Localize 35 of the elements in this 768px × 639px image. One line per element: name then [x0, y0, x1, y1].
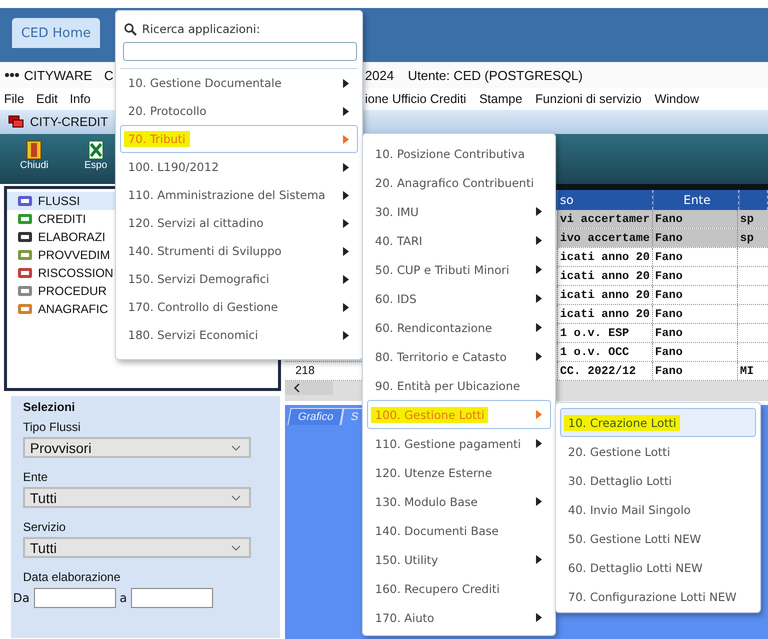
field-label: a [120, 591, 127, 605]
table-cell: sp [740, 232, 754, 244]
table-cell: sp [740, 212, 754, 226]
table-cell: icati anno 20 [560, 308, 650, 320]
table-cell: Fano [655, 232, 683, 244]
field-label: Ente [23, 470, 49, 484]
table-cell: Fano [655, 308, 683, 320]
row-number: 218 [295, 365, 315, 377]
table-cell: 1 o.v. OCC [560, 346, 630, 358]
field-label: Tipo Flussi [23, 420, 82, 434]
table-cell: icati anno 20 [560, 250, 650, 264]
table-cell: Fano [655, 326, 683, 340]
table-cell: ivo accertame [560, 232, 650, 244]
table-cell: Fano [655, 270, 683, 282]
table-cell: vi accertamer [560, 212, 650, 226]
table-cell: icati anno 20 [560, 270, 650, 282]
search-label: Ricerca applicazioni: [142, 22, 260, 36]
user-info: Utente: CED (POSTGRESQL) [408, 68, 583, 82]
table-cell: Fano [655, 346, 683, 358]
field-label: Da [13, 591, 30, 605]
app-name: CITYWARE [24, 68, 92, 82]
title-fragment: C [104, 68, 114, 82]
table-cell: Fano [655, 250, 683, 264]
table-cell: 1 o.v. ESP [560, 326, 630, 340]
table-cell: Fano [655, 364, 683, 378]
window-title: CITY-CREDIT [30, 115, 108, 129]
session-year: 2024 [365, 68, 394, 82]
table-cell: icati anno 20 [560, 288, 650, 302]
section-title: Selezioni [23, 400, 76, 414]
table-cell: MI [740, 364, 754, 378]
field-label: Data elaborazione [23, 570, 122, 584]
field-label: Servizio [23, 520, 67, 534]
table-cell: CC. 2022/12 [560, 364, 636, 378]
table-cell: Fano [655, 288, 683, 302]
table-cell: Fano [655, 212, 683, 226]
